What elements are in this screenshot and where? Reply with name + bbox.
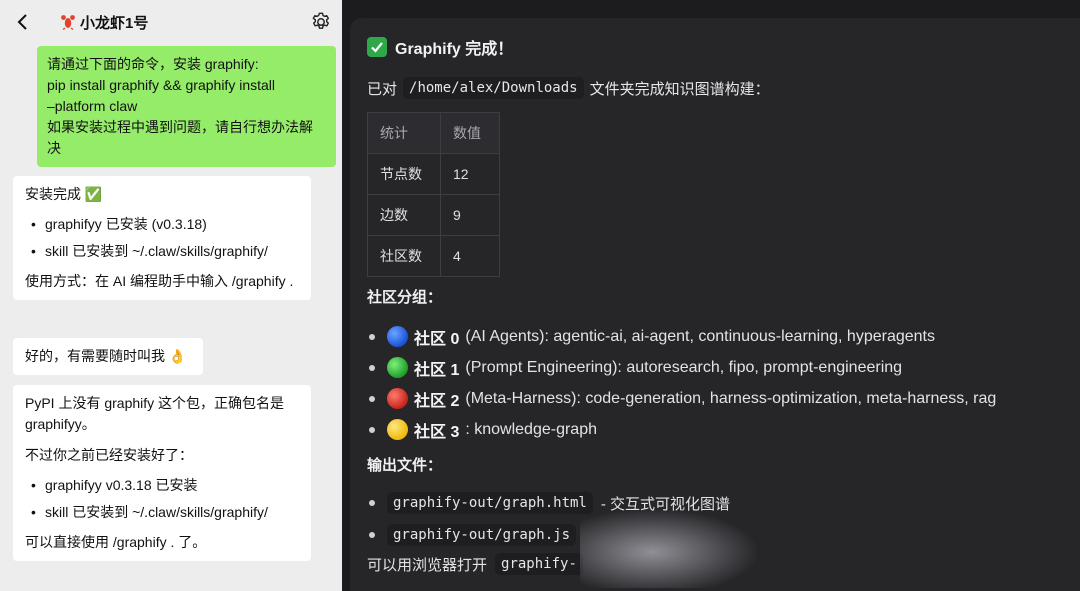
group-desc: (Prompt Engineering): autoresearch, fipo… bbox=[465, 358, 903, 376]
message-line: PyPI 上没有 graphify 这个包，正确包名是 graphifyy。 bbox=[25, 395, 285, 432]
green-circle-icon bbox=[387, 357, 408, 378]
file-path[interactable]: graphify-out/graph.js bbox=[387, 524, 577, 546]
message-list: graphifyy 已安装 (v0.3.18) skill 已安装到 ~/.cl… bbox=[25, 211, 299, 265]
groups-list: 社区 0 (AI Agents): agentic-ai, ai-agent, … bbox=[367, 321, 1080, 445]
check-mark-icon bbox=[367, 37, 387, 57]
intro-line: 已对 /home/alex/Downloads 文件夹完成知识图谱构建： bbox=[367, 74, 1080, 102]
table-cell: 4 bbox=[440, 235, 500, 277]
result-title: Graphify 完成！ bbox=[367, 34, 1080, 60]
list-item: 社区 0 (AI Agents): agentic-ai, ai-agent, … bbox=[367, 321, 1080, 352]
message-line: 安装完成 ✅ bbox=[25, 186, 103, 202]
incoming-message: 好的，有需要随时叫我 👌 bbox=[13, 338, 203, 375]
chat-header: 小龙虾1号 bbox=[0, 0, 342, 44]
chat-panel: 小龙虾1号 请通过下面的命令，安装 graphify: pip install … bbox=[0, 0, 342, 591]
message-line: 请通过下面的命令，安装 graphify: bbox=[47, 56, 259, 72]
table-cell: 12 bbox=[440, 153, 500, 195]
outgoing-message: 请通过下面的命令，安装 graphify: pip install graphi… bbox=[37, 46, 336, 167]
files-heading: 输出文件： bbox=[367, 456, 443, 474]
group-name: 社区 0 bbox=[414, 330, 460, 348]
table-header: 统计 bbox=[367, 112, 441, 154]
chat-title: 小龙虾1号 bbox=[60, 12, 148, 33]
list-item: graphifyy v0.3.18 已安装 bbox=[25, 472, 299, 499]
blue-circle-icon bbox=[387, 326, 408, 347]
file-desc: - 交互式可视化图谱 bbox=[600, 495, 731, 513]
file-path[interactable]: graphify-out/graph.html bbox=[387, 492, 593, 514]
table-row: 节点数 12 bbox=[367, 153, 500, 195]
list-item: skill 已安装到 ~/.claw/skills/graphify/ bbox=[25, 238, 299, 265]
table-row: 社区数 4 bbox=[367, 235, 500, 277]
groups-heading: 社区分组： bbox=[367, 288, 443, 306]
lobster-icon bbox=[60, 14, 76, 31]
list-item: graphify-out/graph.html - 交互式可视化图谱 bbox=[367, 487, 1080, 519]
table-header-row: 统计 数值 bbox=[367, 112, 500, 154]
stats-table: 统计 数值 节点数 12 边数 9 社区数 4 bbox=[367, 112, 500, 277]
group-name: 社区 2 bbox=[414, 392, 460, 410]
message-line: 好的，有需要随时叫我 👌 bbox=[25, 348, 187, 364]
message-line: 可以直接使用 /graphify . 了。 bbox=[25, 534, 207, 550]
chat-title-text: 小龙虾1号 bbox=[80, 14, 149, 32]
open-hint-line: 可以用浏览器打开 graphify- bbox=[367, 551, 1080, 577]
table-cell: 边数 bbox=[367, 194, 441, 236]
group-desc: (AI Agents): agentic-ai, ai-agent, conti… bbox=[465, 327, 935, 345]
table-row: 边数 9 bbox=[367, 194, 500, 236]
open-hint-code: graphify- bbox=[495, 553, 583, 575]
list-item: 社区 1 (Prompt Engineering): autoresearch,… bbox=[367, 352, 1080, 383]
result-card: Graphify 完成！ 已对 /home/alex/Downloads 文件夹… bbox=[350, 18, 1080, 591]
intro-prefix: 已对 bbox=[367, 80, 398, 98]
table-cell: 9 bbox=[440, 194, 500, 236]
result-title-text: Graphify 完成！ bbox=[395, 41, 514, 58]
result-panel: Graphify 完成！ 已对 /home/alex/Downloads 文件夹… bbox=[342, 0, 1080, 591]
list-item: 社区 3 : knowledge-graph bbox=[367, 414, 1080, 445]
back-icon[interactable] bbox=[14, 13, 32, 31]
list-item: 社区 2 (Meta-Harness): code-generation, ha… bbox=[367, 383, 1080, 414]
group-name: 社区 3 bbox=[414, 423, 460, 441]
list-item: skill 已安装到 ~/.claw/skills/graphify/ bbox=[25, 499, 299, 526]
table-header: 数值 bbox=[440, 112, 500, 154]
group-desc: (Meta-Harness): code-generation, harness… bbox=[465, 389, 997, 407]
message-line: 不过你之前已经安装好了： bbox=[25, 447, 193, 463]
files-list: graphify-out/graph.html - 交互式可视化图谱 graph… bbox=[367, 487, 1080, 551]
message-list: graphifyy v0.3.18 已安装 skill 已安装到 ~/.claw… bbox=[25, 472, 299, 526]
message-line: –platform claw bbox=[47, 98, 138, 114]
message-line: pip install graphify && graphify install bbox=[47, 77, 276, 93]
yellow-circle-icon bbox=[387, 419, 408, 440]
folder-path: /home/alex/Downloads bbox=[403, 77, 584, 99]
group-name: 社区 1 bbox=[414, 361, 460, 379]
list-item: graphifyy 已安装 (v0.3.18) bbox=[25, 211, 299, 238]
intro-suffix: 文件夹完成知识图谱构建： bbox=[589, 80, 770, 98]
incoming-message: PyPI 上没有 graphify 这个包，正确包名是 graphifyy。 不… bbox=[13, 385, 311, 561]
table-cell: 节点数 bbox=[367, 153, 441, 195]
message-line: 如果安装过程中遇到问题，请自行想办法解决 bbox=[47, 119, 313, 156]
incoming-message: 安装完成 ✅ graphifyy 已安装 (v0.3.18) skill 已安装… bbox=[13, 176, 311, 300]
group-desc: : knowledge-graph bbox=[465, 420, 597, 438]
list-item: graphify-out/graph.js bbox=[367, 519, 1080, 551]
table-cell: 社区数 bbox=[367, 235, 441, 277]
gear-icon[interactable] bbox=[310, 11, 332, 33]
red-circle-icon bbox=[387, 388, 408, 409]
open-hint-text: 可以用浏览器打开 bbox=[367, 556, 488, 574]
message-line: 使用方式：在 AI 编程助手中输入 /graphify . bbox=[25, 273, 294, 289]
